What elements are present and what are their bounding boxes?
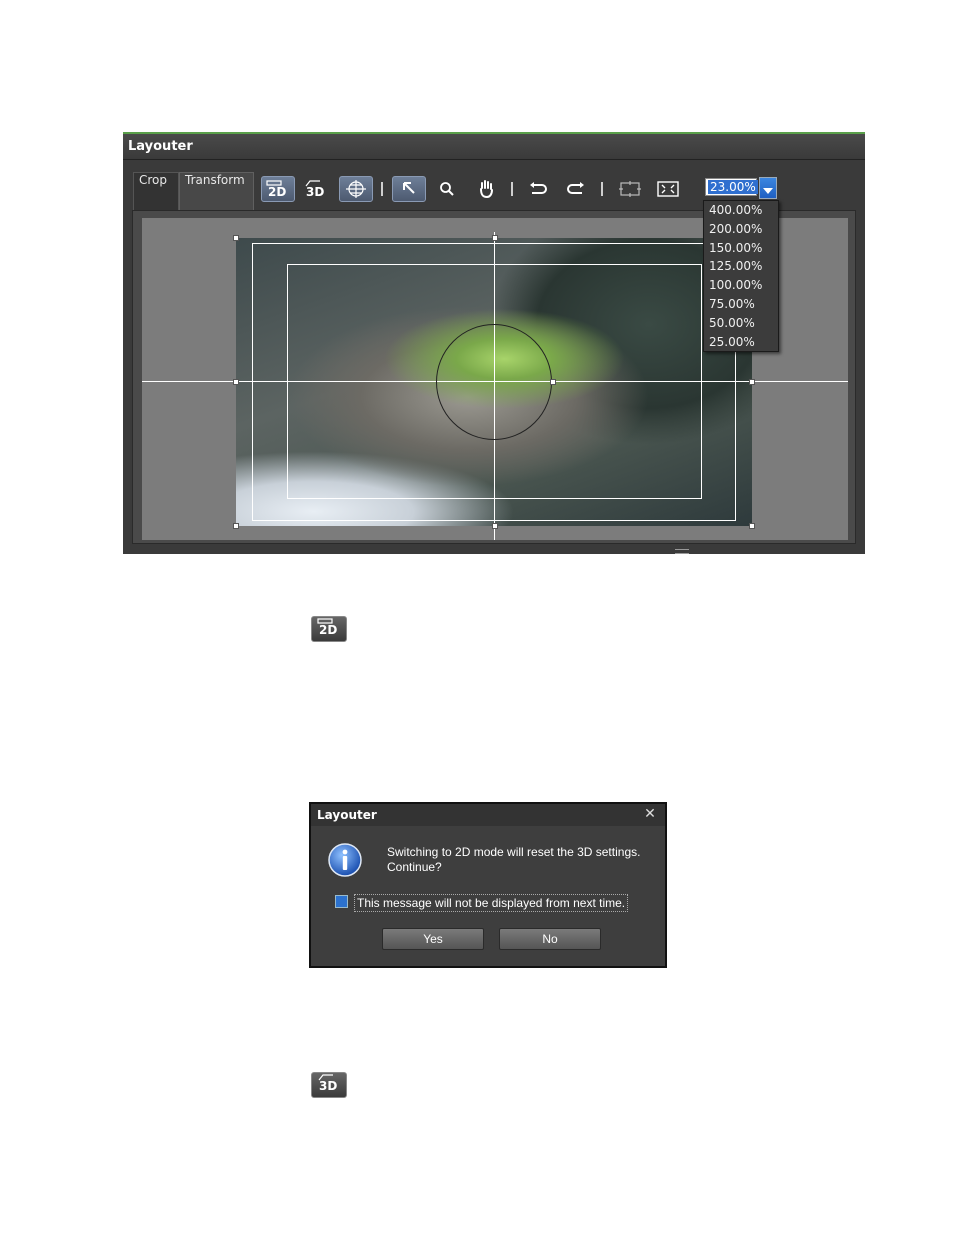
2d-mode-button[interactable]: 2D bbox=[261, 176, 295, 202]
undo-icon bbox=[528, 181, 548, 197]
hand-icon bbox=[477, 179, 495, 199]
select-button[interactable] bbox=[392, 176, 426, 202]
redo-icon bbox=[566, 181, 586, 197]
no-button[interactable]: No bbox=[499, 928, 601, 950]
tab-transform[interactable]: Transform bbox=[179, 172, 254, 210]
zoom-option[interactable]: 200.00% bbox=[704, 222, 778, 241]
grid-icon bbox=[344, 179, 368, 199]
zoom-dropdown-list: 400.00% 200.00% 150.00% 125.00% 100.00% … bbox=[703, 200, 779, 352]
dialog-title: Layouter bbox=[311, 804, 665, 826]
fullscreen-icon bbox=[656, 180, 680, 198]
toolbar-separator bbox=[381, 182, 383, 196]
zoom-option[interactable]: 75.00% bbox=[704, 297, 778, 316]
svg-text:2D: 2D bbox=[268, 185, 286, 199]
resize-handle[interactable] bbox=[233, 235, 239, 241]
info-icon bbox=[327, 842, 363, 878]
yes-button[interactable]: Yes bbox=[382, 928, 484, 950]
zoom-option[interactable]: 150.00% bbox=[704, 241, 778, 260]
dont-show-label[interactable]: This message will not be displayed from … bbox=[354, 894, 629, 912]
center-circle bbox=[436, 324, 552, 440]
fullscreen-button[interactable] bbox=[651, 176, 685, 202]
zoom-icon bbox=[438, 180, 456, 198]
zoom-button[interactable] bbox=[430, 176, 464, 202]
grid-button[interactable] bbox=[339, 176, 373, 202]
toolbar-separator bbox=[511, 182, 513, 196]
svg-text:3D: 3D bbox=[319, 1079, 337, 1093]
2d-mode-icon: 2D bbox=[264, 179, 292, 199]
resize-handle[interactable] bbox=[550, 379, 556, 385]
resize-handle[interactable] bbox=[749, 523, 755, 529]
2d-mode-icon: 2D bbox=[314, 617, 344, 641]
redo-button[interactable] bbox=[559, 176, 593, 202]
zoom-option[interactable]: 50.00% bbox=[704, 316, 778, 335]
fit-button[interactable] bbox=[613, 176, 647, 202]
zoom-option[interactable]: 400.00% bbox=[704, 203, 778, 222]
resize-grip[interactable] bbox=[675, 549, 689, 554]
tab-crop[interactable]: Crop bbox=[133, 172, 179, 210]
zoom-option[interactable]: 125.00% bbox=[704, 259, 778, 278]
resize-handle[interactable] bbox=[233, 523, 239, 529]
hand-button[interactable] bbox=[469, 176, 503, 202]
svg-text:3D: 3D bbox=[306, 185, 324, 199]
undo-button[interactable] bbox=[521, 176, 555, 202]
confirm-dialog: Layouter ✕ Switching to 2D mode will res… bbox=[309, 802, 667, 968]
toolbar-separator bbox=[601, 182, 603, 196]
layouter-title: Layouter bbox=[123, 134, 865, 160]
zoom-value: 23.00% bbox=[708, 180, 758, 194]
dialog-message: Switching to 2D mode will reset the 3D s… bbox=[387, 845, 641, 874]
zoom-option[interactable]: 100.00% bbox=[704, 278, 778, 297]
fit-icon bbox=[618, 180, 642, 198]
inline-2d-button: 2D bbox=[311, 616, 347, 642]
resize-handle[interactable] bbox=[492, 523, 498, 529]
zoom-option[interactable]: 25.00% bbox=[704, 335, 778, 354]
layouter-window: Layouter Crop Transform 2D 3D 23.00% 400… bbox=[123, 132, 865, 554]
close-icon[interactable]: ✕ bbox=[643, 807, 657, 821]
resize-handle[interactable] bbox=[492, 235, 498, 241]
resize-handle[interactable] bbox=[749, 379, 755, 385]
zoom-input[interactable]: 23.00% bbox=[705, 178, 758, 196]
inline-3d-button: 3D bbox=[311, 1072, 347, 1098]
chevron-down-icon bbox=[763, 179, 773, 198]
svg-text:2D: 2D bbox=[319, 623, 337, 637]
select-arrow-icon bbox=[400, 180, 418, 198]
3d-mode-button[interactable]: 3D bbox=[299, 176, 333, 202]
3d-mode-icon: 3D bbox=[302, 179, 330, 199]
zoom-dropdown-button[interactable] bbox=[759, 177, 777, 199]
resize-handle[interactable] bbox=[233, 379, 239, 385]
3d-mode-icon: 3D bbox=[314, 1073, 344, 1097]
dont-show-checkbox[interactable] bbox=[335, 895, 348, 908]
